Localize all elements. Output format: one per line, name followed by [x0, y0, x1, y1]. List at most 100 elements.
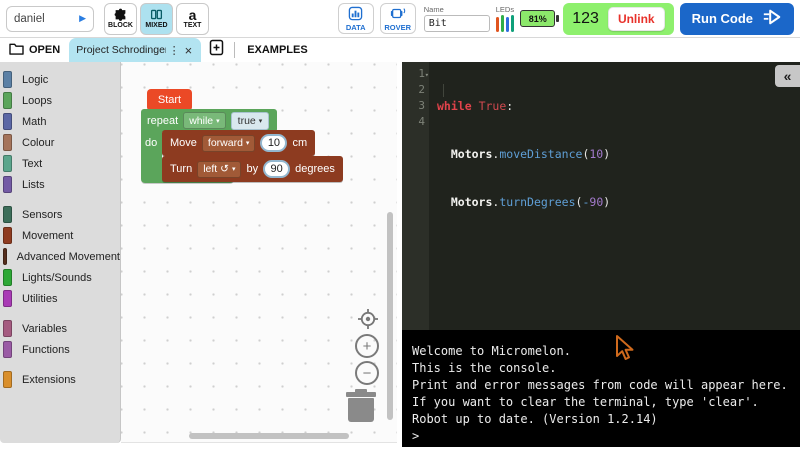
- top-toolbar: daniel ▶ BLOCK MIXED a TEXT: [0, 0, 800, 38]
- category-swatch: [3, 113, 12, 130]
- turn-degrees-field[interactable]: 90: [263, 160, 290, 178]
- code-line: [437, 242, 800, 258]
- turn-direction-dropdown[interactable]: left ↺ ▾: [197, 161, 241, 178]
- turn-block[interactable]: Turn left ↺ ▾ by 90 degrees: [162, 156, 343, 182]
- mixed-mode-button[interactable]: MIXED: [140, 3, 173, 35]
- category-loops[interactable]: Loops: [0, 90, 120, 111]
- unlink-button[interactable]: Unlink: [608, 7, 665, 31]
- main-content: Logic Loops Math Colour Text Lists Senso…: [0, 62, 800, 451]
- connection-status-panel: 123 Unlink: [563, 3, 673, 35]
- code-token: :: [506, 99, 513, 113]
- trash-icon[interactable]: [344, 392, 378, 424]
- chevron-down-icon: ▾: [246, 139, 250, 147]
- project-tab[interactable]: Project Schrodinger ⋮ ×: [69, 38, 201, 62]
- category-functions[interactable]: Functions: [0, 339, 120, 360]
- new-file-button[interactable]: [201, 38, 232, 62]
- rover-button-label: ROVER: [384, 23, 411, 32]
- condition-true-block[interactable]: true ▾: [231, 112, 270, 130]
- file-tab-bar: OPEN Project Schrodinger ⋮ × EXAMPLES: [0, 38, 800, 62]
- code-line: Motors.moveDistance(10): [437, 146, 800, 162]
- category-lists[interactable]: Lists: [0, 174, 120, 195]
- rover-number: 123: [572, 10, 599, 28]
- blockly-canvas[interactable]: Start repeat while ▾ true ▾ do: [121, 62, 397, 443]
- console-line: Print and error messages from code will …: [412, 377, 790, 394]
- category-logic[interactable]: Logic: [0, 69, 120, 90]
- center-workspace-button[interactable]: [357, 308, 379, 335]
- user-select[interactable]: daniel ▶: [6, 6, 94, 32]
- micromelon-ide: daniel ▶ BLOCK MIXED a TEXT: [0, 0, 800, 451]
- code-token: moveDistance: [499, 147, 582, 161]
- examples-tab[interactable]: EXAMPLES: [237, 38, 318, 62]
- code-token: 10: [589, 147, 603, 161]
- code-pane: 1▾ 2 3 4 while True: Motors.moveDistance…: [402, 62, 800, 451]
- start-block[interactable]: Start: [147, 89, 192, 110]
- code-token: [437, 147, 451, 161]
- user-expand-icon[interactable]: ▶: [79, 13, 86, 24]
- console-line: This is the console.: [412, 360, 790, 377]
- battery-indicator: 81%: [520, 10, 555, 27]
- category-sensors[interactable]: Sensors: [0, 204, 120, 225]
- zoom-in-button[interactable]: +: [355, 334, 379, 358]
- examples-label: EXAMPLES: [247, 44, 308, 56]
- category-math[interactable]: Math: [0, 111, 120, 132]
- collapse-editor-button[interactable]: «: [775, 65, 800, 87]
- category-swatch: [3, 290, 12, 307]
- canvas-vertical-scrollbar[interactable]: [387, 212, 393, 420]
- category-extensions[interactable]: Extensions: [0, 369, 120, 390]
- rover-name-input[interactable]: [424, 15, 490, 32]
- console-line: Welcome to Micromelon.: [412, 343, 790, 360]
- category-variables[interactable]: Variables: [0, 318, 120, 339]
- category-movement[interactable]: Movement: [0, 225, 120, 246]
- repeat-block-spine[interactable]: do: [141, 132, 162, 170]
- move-distance-field[interactable]: 10: [260, 134, 287, 152]
- category-swatch: [3, 341, 12, 358]
- tab-divider: [234, 42, 235, 58]
- block-mode-label: BLOCK: [108, 22, 133, 29]
- category-lights-sounds[interactable]: Lights/Sounds: [0, 267, 120, 288]
- canvas-horizontal-scrollbar[interactable]: [189, 433, 349, 439]
- tab-close-icon[interactable]: ×: [183, 43, 195, 58]
- rover-button[interactable]: ROVER: [380, 3, 416, 34]
- run-code-label: Run Code: [692, 11, 753, 26]
- fold-caret-icon[interactable]: ▾: [425, 67, 429, 83]
- move-unit-label: cm: [292, 137, 307, 149]
- text-a-icon: a: [189, 9, 197, 21]
- turn-label: Turn: [170, 163, 192, 175]
- category-colour[interactable]: Colour: [0, 132, 120, 153]
- category-advanced-movement[interactable]: Advanced Movement: [0, 246, 120, 267]
- data-button[interactable]: DATA: [338, 3, 374, 34]
- category-text[interactable]: Text: [0, 153, 120, 174]
- rover-icon: [390, 6, 406, 23]
- user-name: daniel: [14, 13, 45, 25]
- block-mode-button[interactable]: BLOCK: [104, 3, 137, 35]
- code-line: while True:: [437, 98, 800, 114]
- tab-menu-icon[interactable]: ⋮: [166, 44, 183, 57]
- run-code-button[interactable]: Run Code: [680, 3, 794, 35]
- mixed-mode-label: MIXED: [145, 22, 167, 29]
- text-mode-button[interactable]: a TEXT: [176, 3, 209, 35]
- code-token: ): [603, 195, 610, 209]
- category-utilities[interactable]: Utilities: [0, 288, 120, 309]
- code-text[interactable]: while True: Motors.moveDistance(10) Moto…: [429, 62, 800, 330]
- console-terminal[interactable]: Welcome to Micromelon. This is the conso…: [402, 330, 800, 447]
- project-tab-title: Project Schrodinger: [76, 44, 165, 56]
- code-token: turnDegrees: [499, 195, 575, 209]
- chevron-down-icon: ▾: [259, 117, 263, 125]
- code-token: Motors: [451, 147, 493, 161]
- repeat-while-block[interactable]: repeat while ▾ true ▾: [141, 109, 277, 132]
- code-token: ): [603, 147, 610, 161]
- code-token: 90: [589, 195, 603, 209]
- open-file-button[interactable]: OPEN: [0, 38, 69, 62]
- minus-icon: −: [363, 365, 372, 382]
- move-block[interactable]: Move forward ▾ 10 cm: [162, 130, 315, 156]
- move-direction-dropdown[interactable]: forward ▾: [202, 135, 256, 152]
- chevron-down-icon: ▾: [216, 117, 220, 125]
- zoom-out-button[interactable]: −: [355, 361, 379, 385]
- category-swatch: [3, 371, 12, 388]
- category-swatch: [3, 155, 12, 172]
- repeat-mode-dropdown[interactable]: while ▾: [183, 112, 225, 129]
- rover-name-group: Name: [424, 5, 490, 32]
- turn-by-label: by: [246, 163, 258, 175]
- code-editor[interactable]: 1▾ 2 3 4 while True: Motors.moveDistance…: [402, 62, 800, 330]
- data-button-label: DATA: [346, 23, 366, 32]
